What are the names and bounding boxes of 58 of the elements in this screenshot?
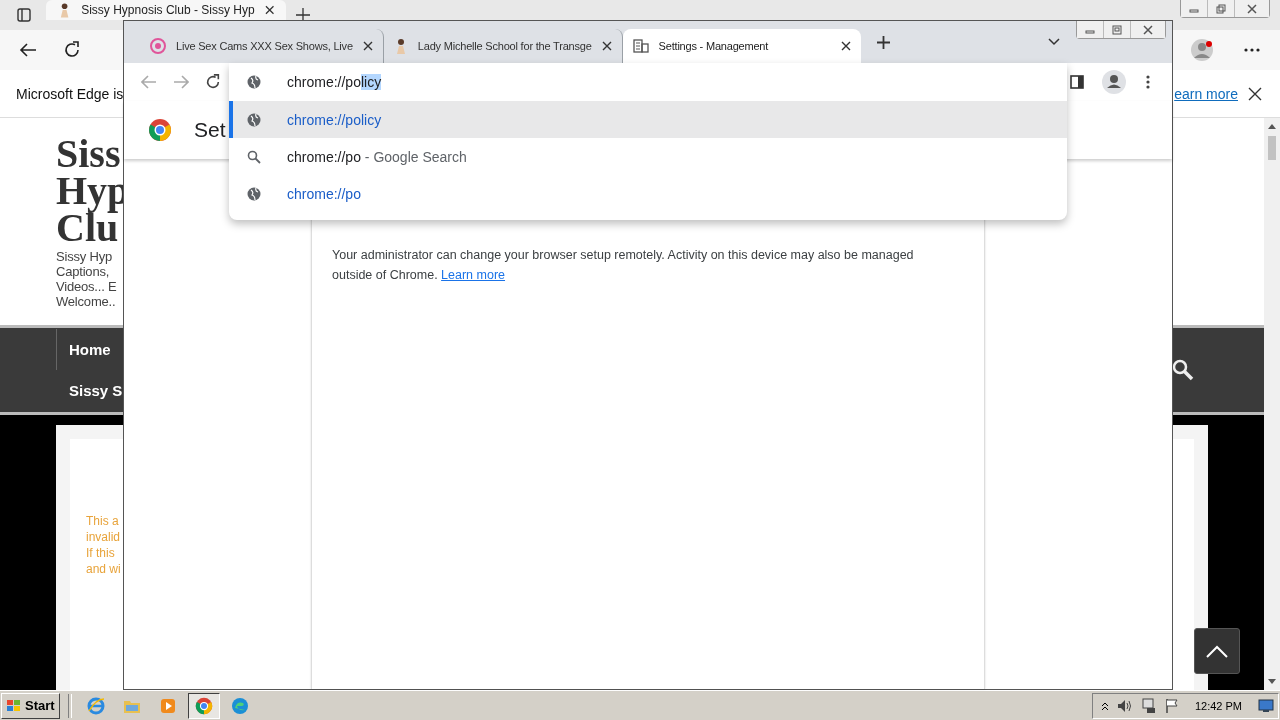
clock[interactable]: 12:42 PM [1194, 699, 1242, 712]
close-icon[interactable] [362, 41, 373, 51]
address-field[interactable]: chrome://policy [287, 74, 382, 90]
settings-title: Set [194, 118, 226, 142]
restore-icon[interactable] [1208, 0, 1235, 17]
avatar-icon[interactable] [1190, 38, 1214, 62]
windows-logo-icon [6, 698, 22, 713]
globe-icon [247, 186, 261, 201]
site-tagline: Sissy Hyp Captions, Videos... E Welcome.. [56, 249, 117, 309]
nav-link[interactable]: Home [56, 329, 114, 370]
learn-more-link[interactable]: earn more [1174, 85, 1238, 102]
building-icon [632, 39, 649, 53]
chrome-logo-icon [148, 118, 172, 142]
notice-text: This a invalid If this and wi [86, 513, 122, 577]
scroll-up-icon[interactable] [1267, 122, 1277, 130]
tab-favicon [150, 38, 166, 54]
scrollbar[interactable] [1264, 118, 1280, 690]
network-icon[interactable] [1140, 697, 1157, 714]
close-icon[interactable] [1248, 86, 1262, 101]
chevron-up-icon[interactable] [1100, 700, 1109, 711]
chevron-up-icon [1205, 644, 1229, 658]
more-icon[interactable] [1244, 48, 1260, 52]
chrome-taskbar-icon[interactable] [187, 692, 220, 719]
nav-link[interactable]: Sissy S [56, 370, 126, 411]
learn-more-link[interactable]: Learn more [441, 268, 506, 282]
close-icon[interactable] [264, 5, 274, 15]
scrollbar-thumb[interactable] [1268, 136, 1276, 160]
globe-icon [247, 112, 261, 127]
side-panel-icon[interactable] [1070, 75, 1084, 89]
show-desktop-icon[interactable] [1258, 698, 1274, 713]
profile-icon[interactable] [1102, 70, 1126, 94]
chevron-icon[interactable] [1048, 38, 1060, 46]
suggestion-item[interactable]: chrome://po [229, 175, 1067, 212]
back-to-top-button[interactable] [1194, 628, 1240, 674]
search-icon[interactable] [1172, 359, 1194, 381]
browser-tab[interactable]: Settings - Management [622, 29, 861, 63]
tab-actions-icon[interactable] [16, 7, 32, 23]
back-icon[interactable] [19, 42, 37, 58]
flag-icon[interactable] [1164, 697, 1179, 714]
reload-icon[interactable] [205, 74, 221, 90]
browser-tab[interactable]: Sissy Hypnosis Club - Sissy Hyp [46, 0, 286, 20]
menu-icon[interactable] [1146, 75, 1150, 89]
scroll-down-icon[interactable] [1267, 678, 1277, 686]
management-notice: Your administrator can change your browser setup remotely. Activity on this device may also be managed outside of Chrome. Learn more [332, 247, 915, 284]
close-icon[interactable] [1131, 21, 1165, 38]
start-button[interactable]: Start [1, 692, 60, 719]
suggestion-item[interactable]: chrome://policy [229, 101, 1067, 138]
infobar-text: Microsoft Edge is [16, 85, 124, 102]
refresh-icon[interactable] [63, 41, 81, 59]
new-tab-icon[interactable] [296, 8, 310, 22]
speaker-icon[interactable] [1116, 698, 1133, 713]
globe-icon [247, 75, 261, 89]
close-icon[interactable] [601, 41, 612, 51]
new-tab-icon[interactable] [876, 35, 890, 49]
suggestion-item[interactable]: chrome://po - Google Search [229, 138, 1067, 175]
search-icon [247, 149, 261, 164]
close-icon[interactable] [840, 41, 851, 51]
close-icon[interactable] [1235, 0, 1269, 17]
